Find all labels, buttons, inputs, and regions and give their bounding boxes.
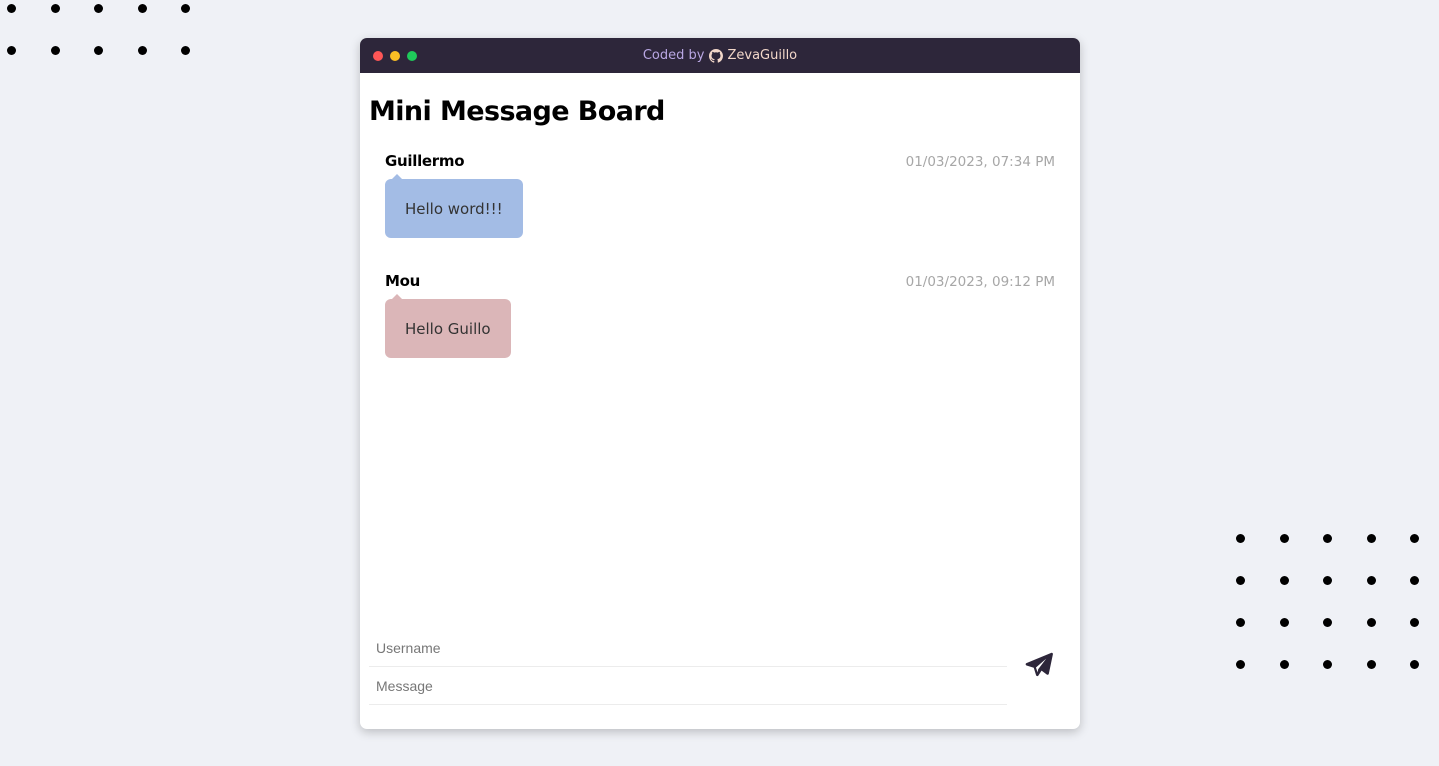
message-header: Mou 01/03/2023, 09:12 PM [385,272,1055,290]
author-link[interactable]: ZevaGuillo [709,48,797,63]
window-titlebar: Coded by ZevaGuillo [360,38,1080,73]
message-bubble: Hello word!!! [385,174,523,238]
minimize-dot[interactable] [390,51,400,61]
page-title: Mini Message Board [369,96,665,127]
decorative-dots-top-left [7,4,190,55]
message-timestamp: 01/03/2023, 07:34 PM [905,154,1055,170]
decorative-dots-bottom-right [1236,534,1419,669]
message-username: Guillermo [385,152,465,170]
window-controls [373,51,417,61]
app-window: Coded by ZevaGuillo Mini Message Board G… [360,38,1080,729]
message-username: Mou [385,272,421,290]
author-name: ZevaGuillo [727,48,798,63]
github-icon [709,48,724,63]
message-input[interactable] [369,667,1007,705]
paper-plane-icon [1025,652,1053,676]
author-credit: Coded by ZevaGuillo [643,48,797,63]
message-item: Mou 01/03/2023, 09:12 PM Hello Guillo [385,272,1055,358]
credit-prefix: Coded by [642,48,705,63]
message-header: Guillermo 01/03/2023, 07:34 PM [385,152,1055,170]
message-bubble: Hello Guillo [385,294,511,358]
maximize-dot[interactable] [407,51,417,61]
message-item: Guillermo 01/03/2023, 07:34 PM Hello wor… [385,152,1055,238]
message-text: Hello word!!! [405,200,503,218]
message-text: Hello Guillo [405,320,491,338]
new-message-form [369,629,1007,705]
send-button[interactable] [1023,650,1055,682]
message-timestamp: 01/03/2023, 09:12 PM [905,274,1055,290]
close-dot[interactable] [373,51,383,61]
username-input[interactable] [369,629,1007,667]
